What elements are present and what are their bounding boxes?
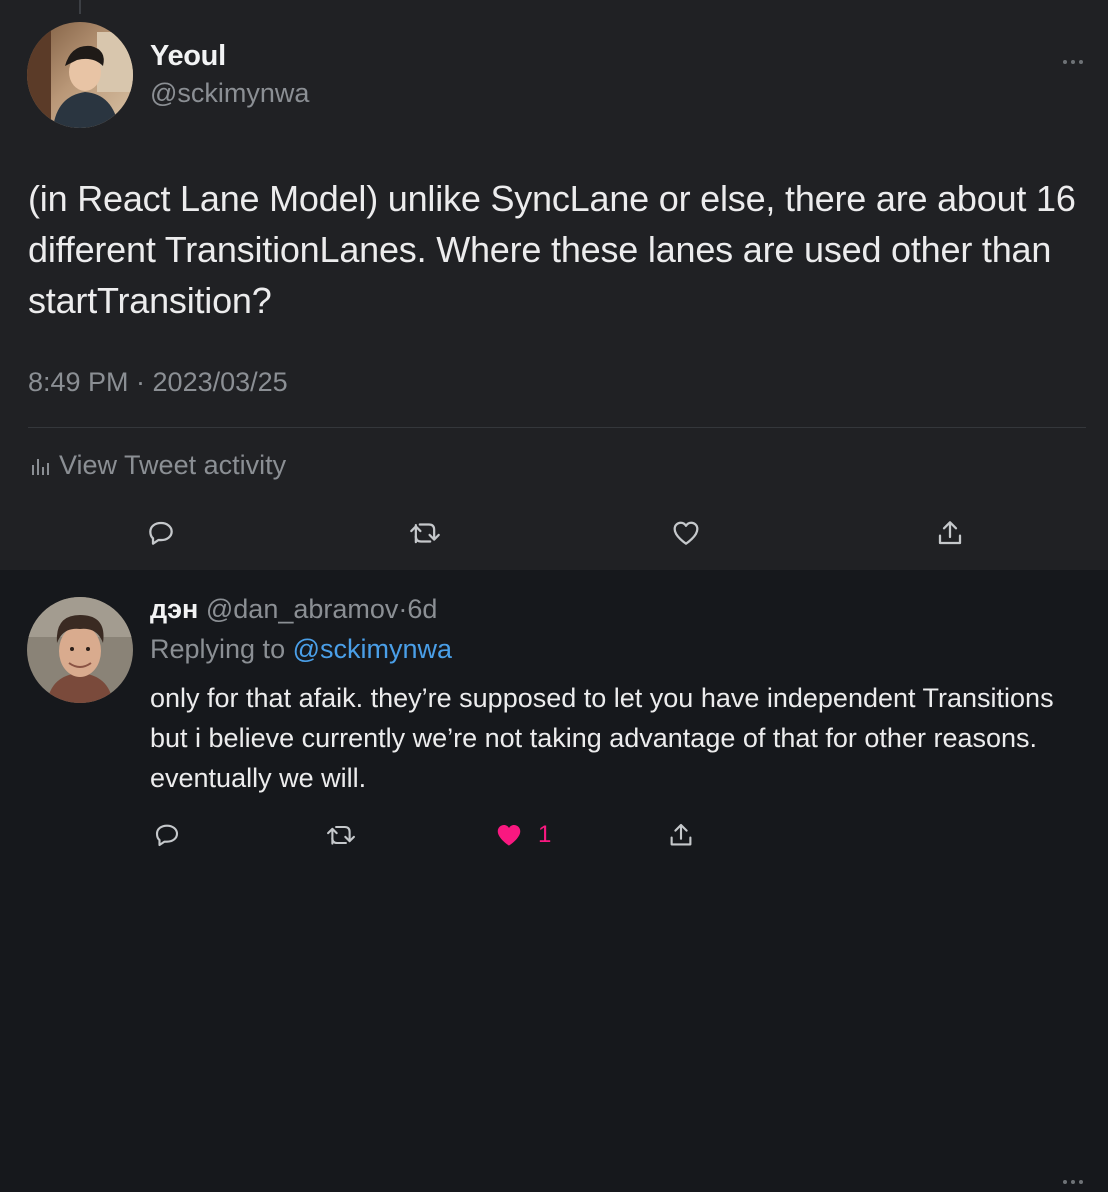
author-avatar[interactable] — [27, 22, 133, 128]
like-icon-filled — [497, 825, 521, 846]
analytics-icon — [32, 458, 49, 475]
replying-to-handle-link[interactable]: @sckimynwa — [293, 634, 452, 664]
reply-share-button[interactable] — [666, 820, 696, 850]
retweet-icon — [327, 825, 355, 845]
reply-retweet-button[interactable] — [325, 820, 357, 850]
reply-icon — [149, 521, 173, 545]
reply-time[interactable]: 6d — [407, 594, 437, 624]
more-icon[interactable] — [1061, 54, 1085, 64]
author-handle[interactable]: @sckimynwa — [150, 78, 309, 109]
tweet-timestamp[interactable]: 8:49 PM · 2023/03/25 — [28, 367, 288, 398]
replying-to: Replying to @sckimynwa — [150, 634, 452, 665]
divider — [28, 427, 1086, 428]
reply-reply-button[interactable] — [152, 820, 182, 850]
view-tweet-activity-link[interactable]: View Tweet activity — [30, 450, 286, 481]
tweet-text: (in React Lane Model) unlike SyncLane or… — [28, 178, 1076, 321]
reply-tweet[interactable]: дэн @dan_abramov·6d Replying to @sckimyn… — [0, 570, 1108, 1184]
like-button[interactable] — [670, 517, 702, 549]
reply-header: дэн @dan_abramov·6d — [150, 594, 437, 625]
reply-icon — [155, 824, 179, 847]
like-count: 1 — [538, 821, 552, 848]
replying-to-label: Replying to — [150, 634, 286, 664]
share-icon — [670, 823, 692, 846]
reply-author-handle[interactable]: @dan_abramov — [206, 594, 399, 624]
retweet-button[interactable] — [408, 517, 442, 549]
reply-author-avatar[interactable] — [27, 597, 133, 703]
main-tweet: Yeoul @sckimynwa (in React Lane Model) u… — [0, 0, 1108, 570]
reply-text: only for that afaik. they’re supposed to… — [150, 683, 1054, 793]
share-icon — [938, 521, 962, 545]
reply-author-name[interactable]: дэн — [150, 594, 198, 624]
thread-line — [79, 0, 81, 14]
reply-like-button[interactable]: 1 — [494, 820, 551, 850]
share-button[interactable] — [934, 517, 966, 549]
reply-more-icon[interactable] — [1061, 1174, 1085, 1184]
reply-button[interactable] — [145, 517, 177, 549]
like-icon — [673, 521, 699, 545]
retweet-icon — [410, 523, 440, 544]
activity-label: View Tweet activity — [59, 450, 287, 480]
author-name[interactable]: Yeoul — [150, 40, 226, 73]
